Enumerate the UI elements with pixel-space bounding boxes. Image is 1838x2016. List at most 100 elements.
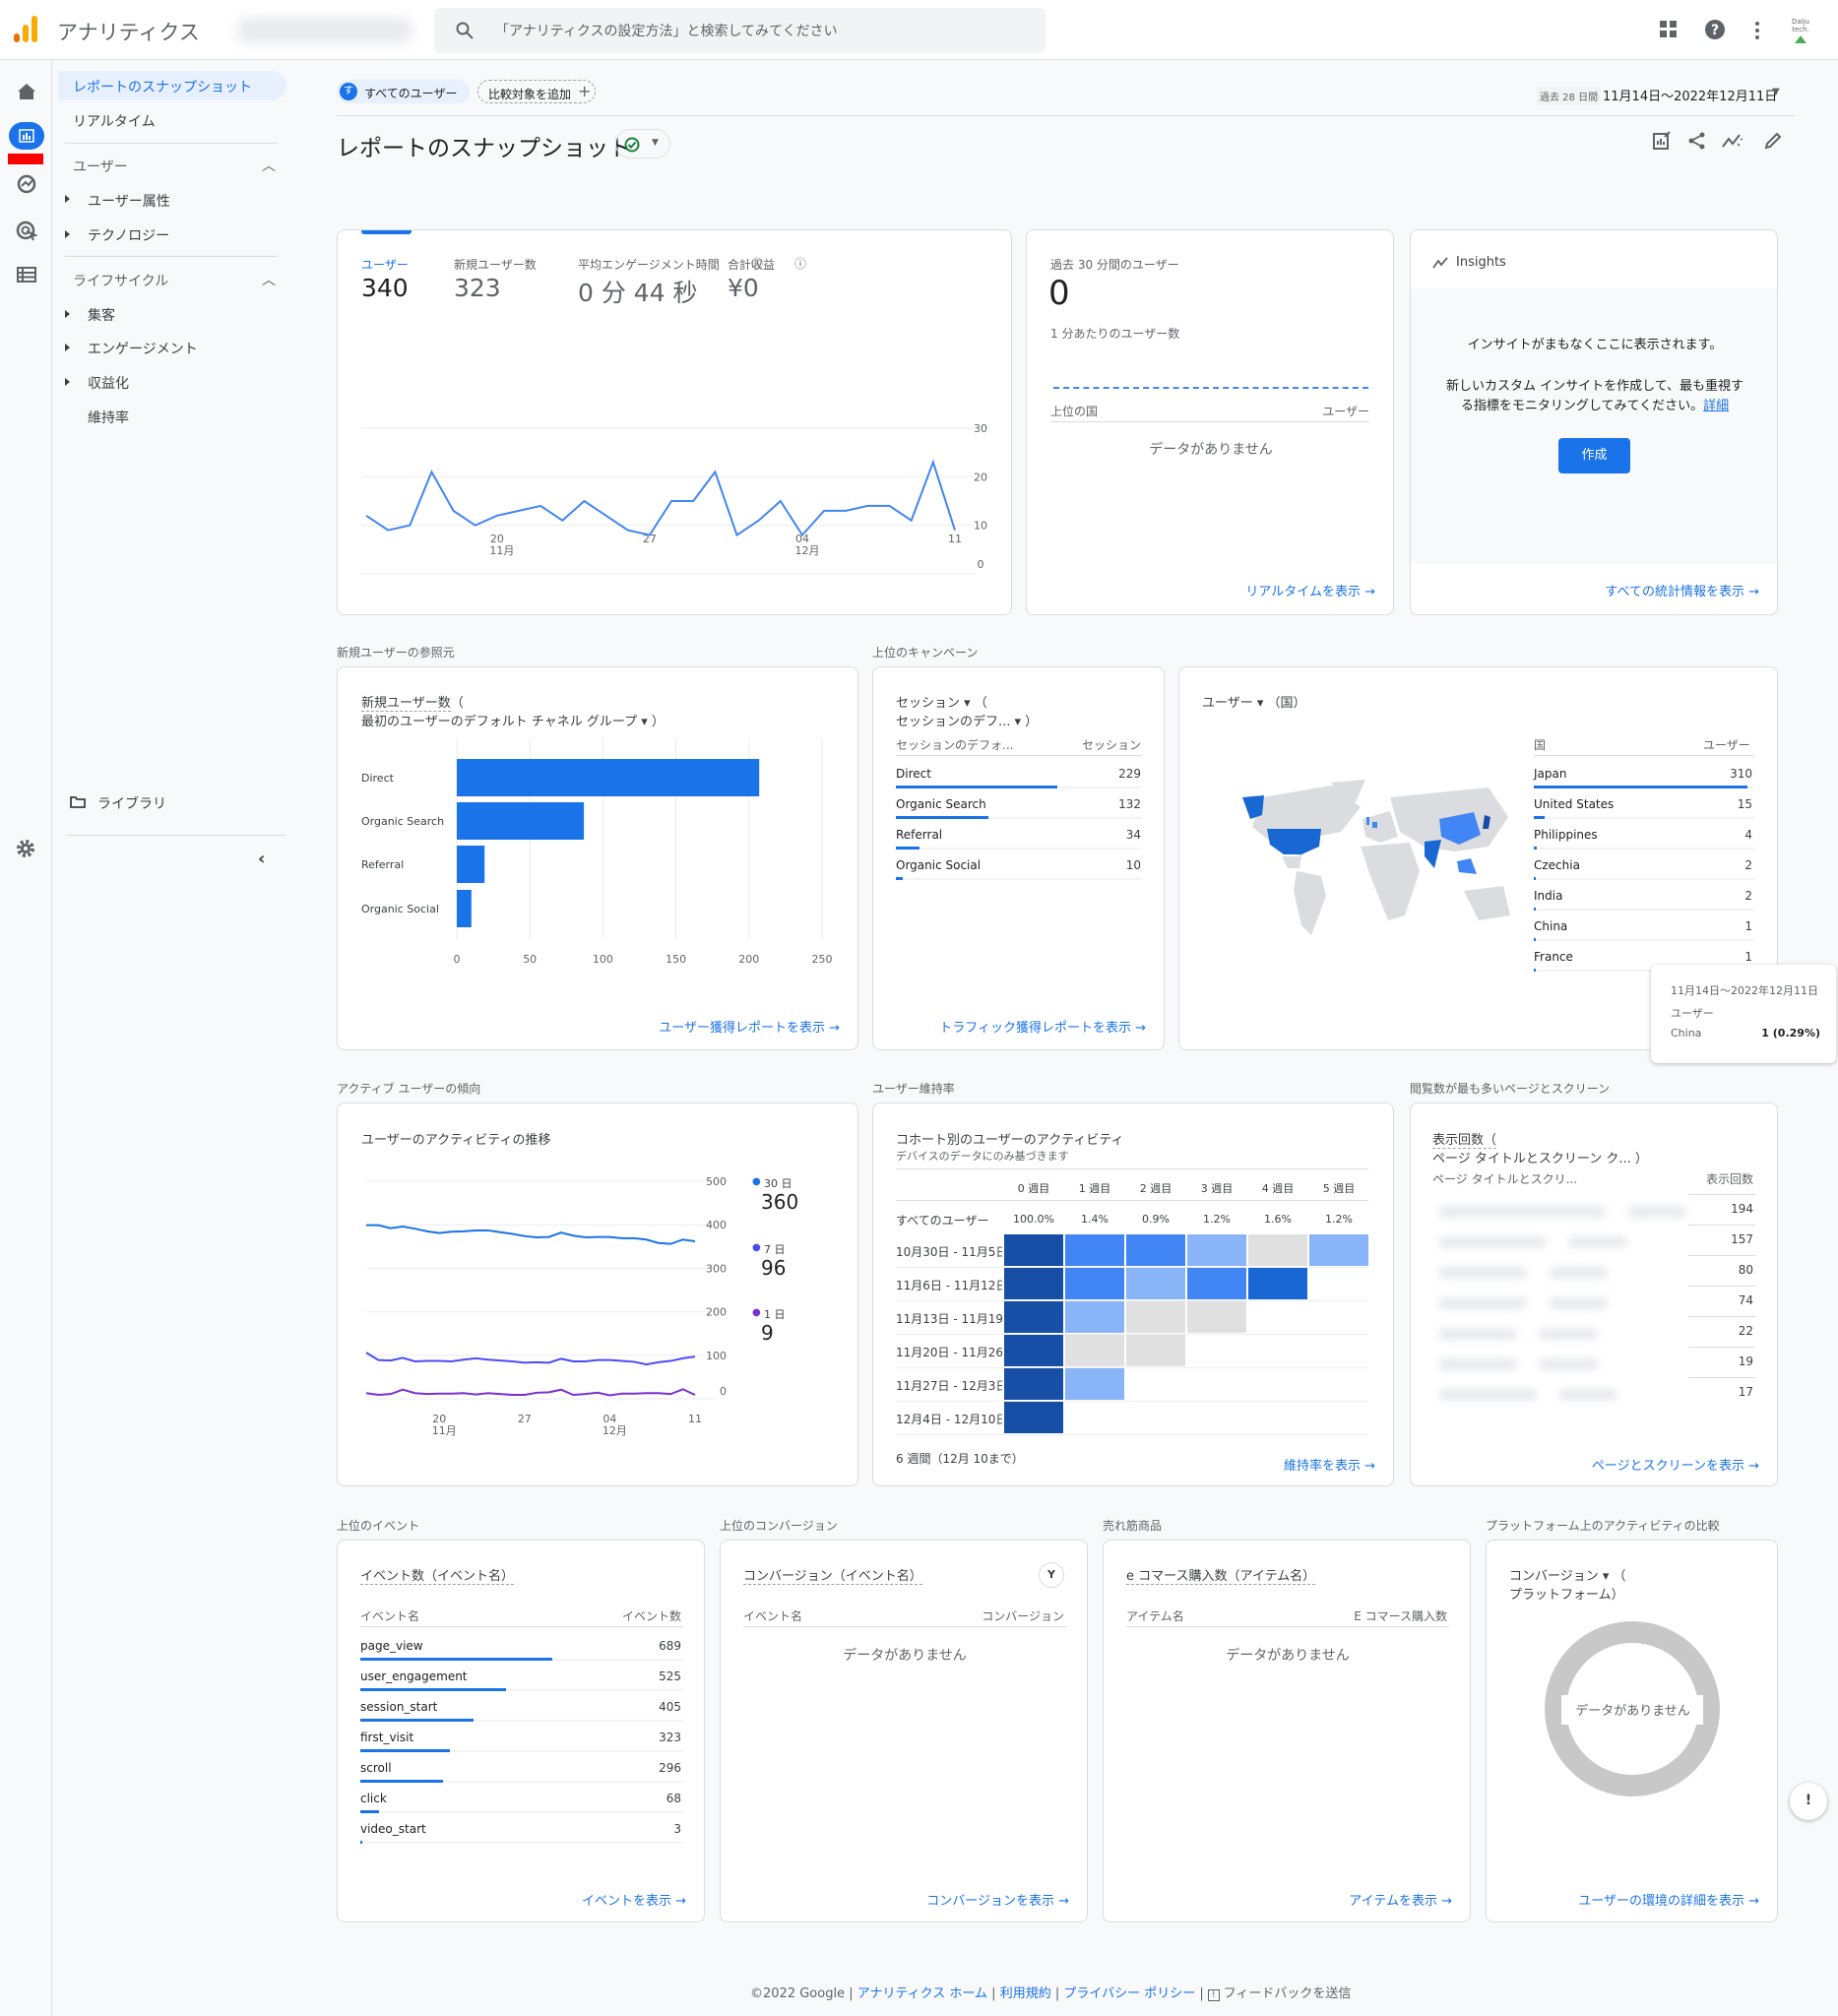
bar-organic-social[interactable] xyxy=(457,890,472,927)
analytics-logo-icon[interactable] xyxy=(14,16,39,43)
sidebar-group-lifecycle[interactable]: ライフサイクル xyxy=(73,271,168,290)
row-label[interactable]: video_start xyxy=(360,1822,426,1836)
avatar[interactable]: Daiju tech. xyxy=(1785,18,1816,45)
cohort-cell[interactable] xyxy=(1004,1234,1063,1266)
metric-selector[interactable]: セッション ▾ （ xyxy=(896,692,987,711)
collapse-sidebar-icon[interactable]: ‹ xyxy=(258,849,265,869)
cohort-cell[interactable] xyxy=(1004,1402,1063,1433)
cohort-cell[interactable] xyxy=(1065,1335,1124,1366)
cohort-cell[interactable] xyxy=(1187,1301,1246,1333)
sidebar-item-library[interactable]: ライブラリ xyxy=(97,793,166,813)
cohort-cell[interactable] xyxy=(1126,1335,1185,1366)
edit-pencil-icon[interactable] xyxy=(1763,131,1783,151)
cohort-cell[interactable] xyxy=(1126,1268,1185,1299)
bar-direct[interactable] xyxy=(457,759,760,796)
cohort-cell[interactable] xyxy=(1004,1368,1063,1400)
view-all-insights-link[interactable]: すべての統計情報を表示 → xyxy=(1605,581,1759,599)
cohort-cell[interactable] xyxy=(1248,1234,1307,1266)
row-label[interactable]: user_engagement xyxy=(360,1670,468,1683)
cohort-cell[interactable] xyxy=(1004,1268,1063,1299)
row-label[interactable]: Philippines xyxy=(1534,828,1598,842)
row-label[interactable]: India xyxy=(1534,889,1562,903)
cohort-cell[interactable] xyxy=(1187,1268,1246,1299)
view-items-link[interactable]: アイテムを表示 → xyxy=(1349,1890,1452,1909)
advertising-icon[interactable] xyxy=(16,220,37,242)
cohort-cell[interactable] xyxy=(1065,1268,1124,1299)
sidebar-item-realtime[interactable]: リアルタイム xyxy=(73,111,156,131)
sidebar-group-user[interactable]: ユーザー xyxy=(73,157,128,176)
settings-icon[interactable] xyxy=(16,839,35,858)
row-label[interactable]: France xyxy=(1534,950,1573,964)
row-label[interactable]: Direct xyxy=(896,767,931,781)
bar-organic-search[interactable] xyxy=(457,802,585,840)
row-label[interactable]: Referral xyxy=(896,828,942,842)
row-label[interactable]: China xyxy=(1534,919,1567,933)
dimension-selector[interactable]: セッションのデフ... ▾ ） xyxy=(896,711,1038,729)
view-events-link[interactable]: イベントを表示 → xyxy=(582,1890,686,1909)
explore-icon[interactable] xyxy=(16,174,37,194)
sidebar-item-tech[interactable]: テクノロジー xyxy=(88,225,169,245)
cohort-cell[interactable] xyxy=(1309,1234,1368,1266)
cohort-cell[interactable] xyxy=(1126,1301,1185,1333)
row-label[interactable]: Japan xyxy=(1534,767,1566,781)
metric-selector[interactable]: コンバージョン（イベント名） xyxy=(743,1569,922,1585)
view-pages-link[interactable]: ページとスクリーンを表示 → xyxy=(1592,1455,1759,1474)
filter-icon[interactable]: Y xyxy=(1039,1562,1064,1588)
dropdown-arrow-icon[interactable]: ▼ xyxy=(1772,87,1780,97)
view-platform-link[interactable]: ユーザーの環境の詳細を表示 → xyxy=(1578,1890,1759,1909)
view-conversions-link[interactable]: コンバージョンを表示 → xyxy=(926,1890,1069,1909)
cohort-cell[interactable] xyxy=(1004,1335,1063,1366)
metric-selector[interactable]: イベント数（イベント名） xyxy=(360,1569,515,1585)
analytics-home-link[interactable]: アナリティクス ホーム xyxy=(857,1986,987,2001)
create-insight-button[interactable]: 作成 xyxy=(1558,438,1630,473)
dimension-selector[interactable]: ページ タイトルとスクリーン ク... ） xyxy=(1432,1148,1648,1166)
view-realtime-link[interactable]: リアルタイムを表示 → xyxy=(1245,581,1375,599)
sidebar-item-demographics[interactable]: ユーザー属性 xyxy=(88,191,170,211)
date-range-picker[interactable]: 11月14日～2022年12月11日 xyxy=(1603,86,1777,104)
row-label[interactable]: United States xyxy=(1534,797,1614,811)
terms-link[interactable]: 利用規約 xyxy=(1000,1986,1051,2001)
cohort-cell[interactable] xyxy=(1248,1268,1307,1299)
metric-selector[interactable]: e コマース購入数（アイテム名） xyxy=(1126,1569,1316,1585)
help-icon[interactable]: ? xyxy=(1704,19,1726,40)
privacy-link[interactable]: プライバシー ポリシー xyxy=(1063,1986,1195,2001)
apps-grid-icon[interactable] xyxy=(1660,21,1678,38)
view-retention-link[interactable]: 維持率を表示 → xyxy=(1284,1455,1375,1474)
segment-chip[interactable]: す すべてのユーザー xyxy=(337,80,470,103)
view-traffic-link[interactable]: トラフィック獲得レポートを表示 → xyxy=(939,1017,1146,1036)
sidebar-item-monetization[interactable]: 収益化 xyxy=(88,373,129,393)
row-label[interactable]: Czechia xyxy=(1534,858,1580,872)
add-comparison-button[interactable]: 比較対象を追加 + xyxy=(477,80,596,103)
row-label[interactable]: page_view xyxy=(360,1639,423,1653)
metric-selector[interactable]: ユーザー ▾ （国） xyxy=(1202,692,1306,711)
view-acquisition-link[interactable]: ユーザー獲得レポートを表示 → xyxy=(659,1017,840,1036)
insights-icon[interactable] xyxy=(1722,131,1743,151)
row-label[interactable]: click xyxy=(360,1792,387,1805)
search-bar[interactable]: 「アナリティクスの設定方法」と検索してみてください xyxy=(434,8,1046,53)
account-selector[interactable] xyxy=(238,18,412,43)
row-label[interactable]: session_start xyxy=(360,1700,437,1714)
metric-selector[interactable]: コンバージョン ▾ （ xyxy=(1509,1565,1626,1584)
share-icon[interactable] xyxy=(1687,131,1707,151)
sidebar-item-engagement[interactable]: エンゲージメント xyxy=(88,339,198,358)
title-status-button[interactable]: ▼ xyxy=(615,129,670,158)
send-feedback-link[interactable]: フィードバックを送信 xyxy=(1224,1986,1352,2001)
home-icon[interactable] xyxy=(17,83,36,100)
search-placeholder[interactable]: 「アナリティクスの設定方法」と検索してみてください xyxy=(495,21,838,40)
cohort-cell[interactable] xyxy=(1126,1234,1185,1266)
more-vert-icon[interactable] xyxy=(1754,21,1760,40)
row-label[interactable]: scroll xyxy=(360,1761,392,1775)
sidebar-item-retention[interactable]: 維持率 xyxy=(88,408,129,427)
row-label[interactable]: Organic Social xyxy=(896,858,981,872)
feedback-fab-icon[interactable]: ! xyxy=(1790,1783,1827,1820)
details-link[interactable]: 詳細 xyxy=(1703,399,1729,413)
metric-selector[interactable]: 表示回数（ xyxy=(1432,1133,1497,1149)
cohort-cell[interactable] xyxy=(1004,1301,1063,1333)
configure-icon[interactable] xyxy=(17,267,36,283)
row-label[interactable]: first_visit xyxy=(360,1731,413,1744)
row-label[interactable]: Organic Search xyxy=(896,797,986,811)
dimension-selector[interactable]: プラットフォーム） xyxy=(1509,1584,1624,1603)
bar-referral[interactable] xyxy=(457,846,485,883)
cohort-cell[interactable] xyxy=(1065,1234,1124,1266)
sidebar-item-acquisition[interactable]: 集客 xyxy=(88,305,115,325)
